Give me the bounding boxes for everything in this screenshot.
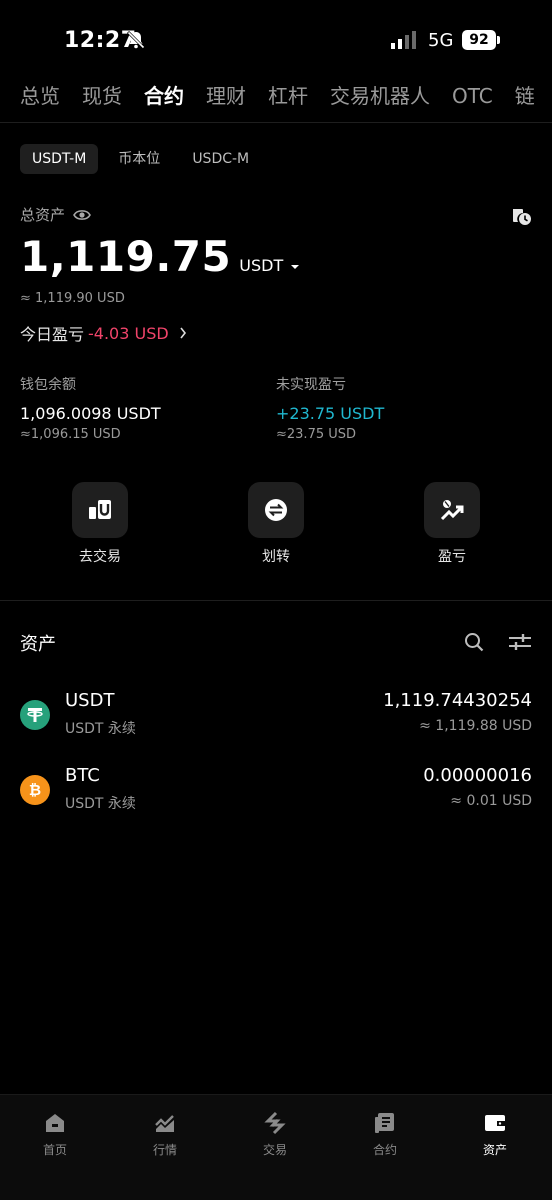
asset-usd: ≈ 1,119.88 USD [419,718,532,734]
subtab-usdt-m[interactable]: USDT-M [20,144,99,174]
bottom-nav: 首页 行情 交易 合约 资产 [0,1094,552,1200]
currency-unit: USDT [239,256,284,275]
sub-tabs: USDT-M 币本位 USDC-M [20,144,261,174]
today-pnl-row[interactable]: 今日盈亏 -4.03 USD [20,321,187,345]
market-icon [155,1115,174,1132]
nav-home[interactable]: 首页 [0,1111,110,1158]
asset-name: BTC [65,765,100,786]
go-trade-icon-button[interactable] [72,482,128,538]
tab-futures[interactable]: 合约 [144,80,184,112]
chevron-right-icon [180,327,186,339]
unrealized-pnl-label: 未实现盈亏 [276,377,346,393]
transfer-button[interactable]: 划转 [236,482,316,566]
unrealized-pnl-value: +23.75 USDT [276,404,385,423]
eye-icon[interactable] [73,208,91,222]
subtab-coin-m[interactable]: 币本位 [106,144,172,174]
today-pnl-label: 今日盈亏 [20,325,85,344]
go-trade-button[interactable]: 去交易 [60,482,140,566]
search-icon[interactable] [464,632,484,652]
network-label: 5G [428,30,454,51]
tether-icon [20,700,50,730]
pnl-button[interactable]: 盈亏 [412,482,492,566]
subtab-usdc-m[interactable]: USDC-M [180,144,261,174]
history-icon[interactable] [510,204,532,226]
tab-otc[interactable]: OTC [452,80,493,112]
home-icon [46,1114,64,1132]
asset-row-usdt[interactable]: USDT USDT 永续 1,119.74430254 ≈ 1,119.88 U… [20,690,532,740]
go-trade-label: 去交易 [79,549,121,565]
total-assets-value: 1,119.75 [20,232,232,281]
asset-amount: 1,119.74430254 [383,690,532,711]
nav-market[interactable]: 行情 [110,1111,220,1158]
unrealized-pnl-block: 未实现盈亏 +23.75 USDT ≈23.75 USD [276,374,384,442]
nav-market-label: 行情 [152,1143,177,1157]
status-bar: 12:27 5G 92 [0,0,552,80]
today-pnl-value: -4.03 USD [88,323,169,343]
total-assets-row: 1,119.75 USDT [20,232,300,281]
nav-home-label: 首页 [42,1143,67,1157]
asset-name: USDT [65,690,115,711]
mute-bell-icon [126,30,146,50]
asset-usd: ≈ 0.01 USD [450,793,532,809]
wallet-balance-usd: ≈1,096.15 USD [20,427,121,442]
futures-icon [375,1113,394,1133]
caret-down-icon [291,265,300,269]
battery-level: 92 [462,30,496,50]
nav-trade[interactable]: 交易 [220,1111,330,1158]
nav-futures-label: 合约 [372,1143,397,1157]
total-assets-label: 总资产 [20,206,66,224]
pnl-label: 盈亏 [438,549,466,565]
pnl-icon [440,500,464,521]
total-assets-label-row: 总资产 [20,204,91,225]
nav-futures[interactable]: 合约 [330,1111,440,1158]
tab-overview[interactable]: 总览 [20,80,60,112]
wallet-balance-value: 1,096.0098 USDT [20,404,161,423]
trade-icon [89,500,111,519]
wallet-balance-block: 钱包余额 1,096.0098 USDT ≈1,096.15 USD [20,374,161,442]
pnl-icon-button[interactable] [424,482,480,538]
asset-amount: 0.00000016 [423,765,532,786]
tab-spot[interactable]: 现货 [82,80,122,112]
asset-type: USDT 永续 [65,796,136,812]
tab-trading-bot[interactable]: 交易机器人 [330,80,430,112]
svg-text:₿: ₿ [29,781,41,799]
section-divider [0,600,552,601]
trade-nav-icon [264,1111,286,1135]
assets-title: 资产 [20,634,56,655]
wallet-balance-label: 钱包余额 [20,377,76,393]
nav-assets[interactable]: 资产 [440,1111,550,1158]
transfer-icon-button[interactable] [248,482,304,538]
unrealized-pnl-usd: ≈23.75 USD [276,427,357,442]
tabs-divider [0,122,552,123]
asset-type: USDT 永续 [65,721,136,737]
filter-icon[interactable] [508,632,532,652]
transfer-icon [265,499,287,521]
total-assets-usd: ≈ 1,119.90 USD [20,291,125,306]
tab-chain[interactable]: 链 [515,80,535,112]
tab-earn[interactable]: 理财 [206,80,246,112]
bitcoin-icon: ₿ [20,775,50,805]
battery-icon: 92 [462,30,500,50]
wallet-icon [485,1115,505,1131]
nav-trade-label: 交易 [262,1143,287,1157]
nav-assets-label: 资产 [482,1143,507,1157]
signal-icon [391,31,416,49]
top-tabs: 总览 现货 合约 理财 杠杆 交易机器人 OTC 链 [20,80,535,112]
tab-margin[interactable]: 杠杆 [268,80,308,112]
transfer-label: 划转 [262,549,290,565]
currency-selector[interactable]: USDT [239,256,300,275]
asset-row-btc[interactable]: ₿ BTC USDT 永续 0.00000016 ≈ 0.01 USD [20,765,532,815]
